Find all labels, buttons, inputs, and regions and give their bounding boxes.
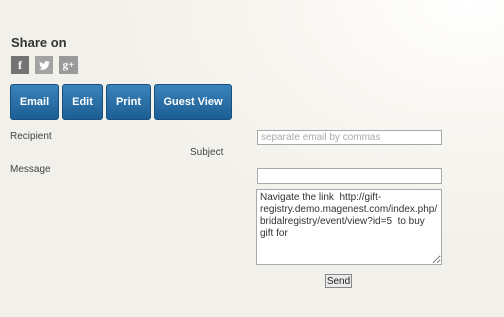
recipient-label: Recipient <box>10 131 52 142</box>
message-label: Message <box>10 164 51 175</box>
twitter-bird-glyph <box>38 60 50 70</box>
google-plus-icon[interactable]: g+ <box>59 56 78 74</box>
message-textarea[interactable]: Navigate the link http://gift-registry.d… <box>256 189 442 265</box>
subject-input[interactable] <box>257 168 442 184</box>
guest-view-button[interactable]: Guest View <box>154 84 232 120</box>
recipient-input[interactable] <box>257 130 442 145</box>
email-button[interactable]: Email <box>10 84 59 120</box>
share-on-title: Share on <box>11 35 67 50</box>
subject-label: Subject <box>190 147 224 158</box>
send-button[interactable]: Send <box>325 274 352 288</box>
twitter-icon[interactable] <box>35 56 53 74</box>
facebook-icon[interactable]: f <box>11 56 29 74</box>
edit-button[interactable]: Edit <box>62 84 103 120</box>
print-button[interactable]: Print <box>106 84 151 120</box>
